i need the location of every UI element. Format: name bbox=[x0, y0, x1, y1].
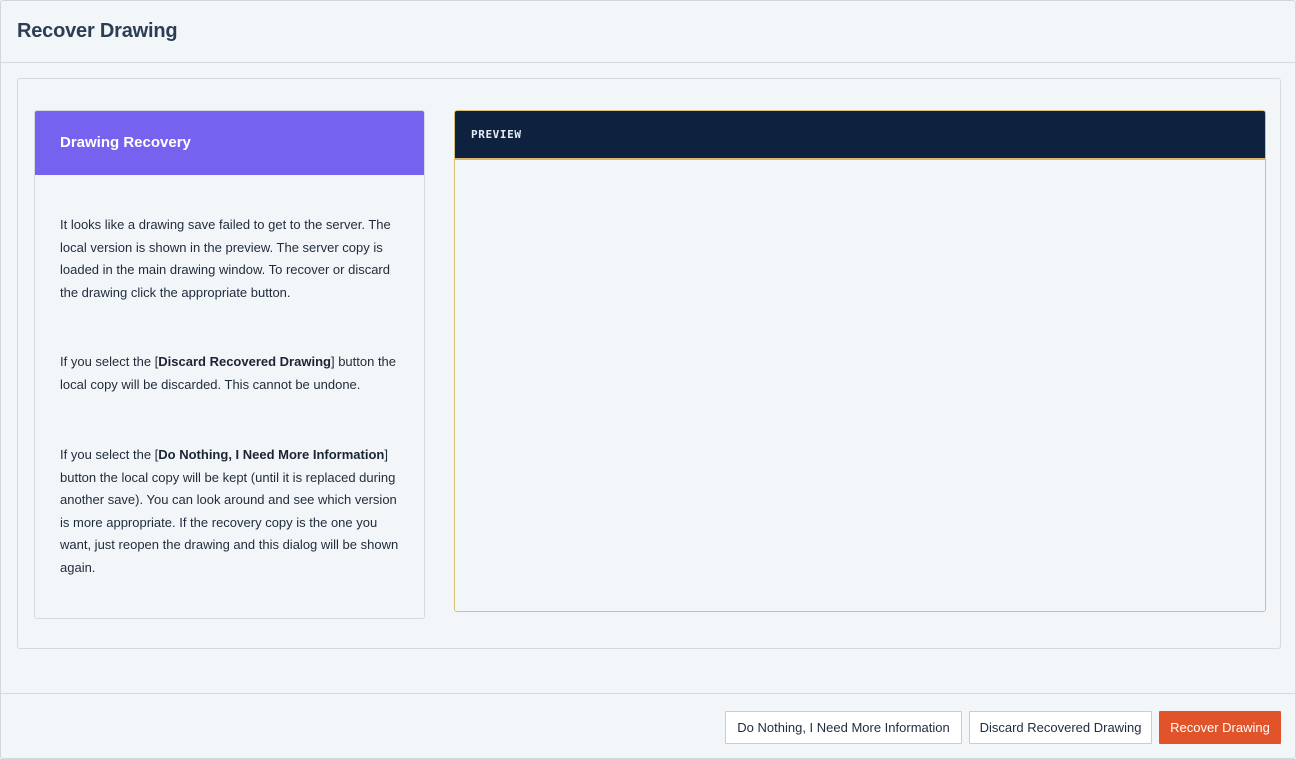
discard-recovered-drawing-button[interactable]: Discard Recovered Drawing bbox=[969, 711, 1152, 744]
info-paragraph-3: If you select the [Do Nothing, I Need Mo… bbox=[60, 444, 402, 580]
recovery-info-card: Drawing Recovery It looks like a drawing… bbox=[34, 110, 425, 619]
dialog-footer: Do Nothing, I Need More Information Disc… bbox=[1, 693, 1295, 759]
dialog-header: Recover Drawing bbox=[1, 1, 1295, 63]
preview-panel: PREVIEW bbox=[454, 110, 1266, 612]
info-card-header: Drawing Recovery bbox=[35, 111, 424, 175]
info-card-title: Drawing Recovery bbox=[60, 134, 191, 151]
dialog-title: Recover Drawing bbox=[17, 20, 178, 42]
do-nothing-button[interactable]: Do Nothing, I Need More Information bbox=[725, 711, 962, 744]
recover-drawing-button[interactable]: Recover Drawing bbox=[1159, 711, 1281, 744]
info-paragraph-2-prefix: If you select the [ bbox=[60, 354, 159, 369]
info-paragraph-2-bold: Discard Recovered Drawing bbox=[158, 354, 331, 369]
dialog-body: Drawing Recovery It looks like a drawing… bbox=[17, 78, 1281, 649]
info-paragraph-3-bold: Do Nothing, I Need More Information bbox=[158, 447, 385, 462]
info-paragraph-2: If you select the [Discard Recovered Dra… bbox=[60, 351, 402, 396]
info-paragraph-3-suffix: ] button the local copy will be kept (un… bbox=[60, 447, 399, 575]
preview-label: PREVIEW bbox=[471, 128, 522, 141]
recover-drawing-dialog: Recover Drawing Drawing Recovery It look… bbox=[0, 0, 1296, 759]
preview-canvas[interactable] bbox=[455, 160, 1265, 611]
info-paragraph-3-prefix: If you select the [ bbox=[60, 447, 159, 462]
info-paragraph-1: It looks like a drawing save failed to g… bbox=[60, 217, 391, 300]
preview-header: PREVIEW bbox=[455, 111, 1265, 160]
